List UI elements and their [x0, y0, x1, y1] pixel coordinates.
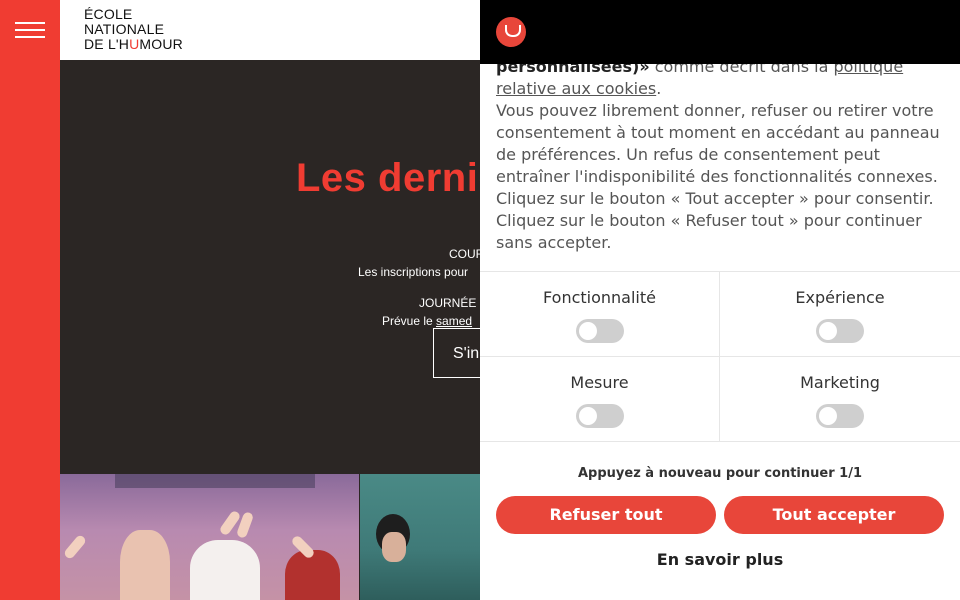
refuse-all-button[interactable]: Refuser tout	[496, 496, 716, 534]
cookie-paragraph: Vous pouvez librement donner, refuser ou…	[496, 101, 940, 252]
photo-hand	[62, 533, 88, 561]
cookie-consent-panel: personnalisées)» comme décrit dans la po…	[480, 0, 960, 600]
cookie-consent-logo-icon[interactable]	[496, 17, 526, 47]
photo-figure	[120, 530, 170, 600]
hero-title: Les derniè	[296, 156, 502, 200]
hero-section: Les derniè COUR Les inscriptions pour JO…	[60, 60, 553, 473]
category-marketing: Marketing	[720, 357, 960, 442]
accept-all-button[interactable]: Tout accepter	[724, 496, 944, 534]
logo-line: ÉCOLE	[84, 6, 133, 22]
hamburger-menu-icon[interactable]	[15, 22, 45, 38]
learn-more-link[interactable]: En savoir plus	[480, 550, 960, 569]
menu-bar	[15, 22, 45, 24]
menu-bar	[15, 36, 45, 38]
press-again-notice: Appuyez à nouveau pour continuer 1/1	[578, 466, 862, 481]
photo-face	[382, 532, 406, 562]
category-label: Mesure	[570, 373, 629, 392]
category-label: Fonctionnalité	[543, 288, 656, 307]
cookie-panel-header	[480, 0, 960, 64]
students-photo	[60, 474, 359, 600]
category-functionality: Fonctionnalité	[480, 272, 720, 357]
category-label: Expérience	[795, 288, 885, 307]
measurement-toggle[interactable]	[576, 404, 624, 428]
hero-line: Prévue le samed	[382, 314, 472, 328]
experience-toggle[interactable]	[816, 319, 864, 343]
cookie-description: personnalisées)» comme décrit dans la po…	[496, 56, 946, 254]
hero-date-link[interactable]: samed	[436, 314, 472, 328]
logo-text: DE L'H	[84, 36, 130, 52]
logo-u: U	[129, 36, 140, 52]
side-rail	[0, 0, 60, 600]
student-photo	[360, 474, 480, 600]
functionality-toggle[interactable]	[576, 319, 624, 343]
category-measurement: Mesure	[480, 357, 720, 442]
logo-text: MOUR	[139, 36, 183, 52]
hero-line-text: Prévue le	[382, 314, 437, 328]
menu-bar	[15, 29, 45, 31]
consent-categories: Fonctionnalité Expérience Mesure Marketi…	[480, 271, 960, 442]
marketing-toggle[interactable]	[816, 404, 864, 428]
photo-figure	[285, 550, 340, 600]
logo-line: DE L'HUMOUR	[84, 37, 183, 52]
site-logo[interactable]: ÉCOLE NATIONALE DE L'HUMOUR	[84, 7, 183, 52]
photo-figure	[190, 540, 260, 600]
hero-line: Les inscriptions pour	[358, 265, 469, 279]
category-label: Marketing	[800, 373, 880, 392]
photo-sign	[115, 474, 315, 488]
hero-line: JOURNÉE	[419, 296, 477, 310]
cookie-text: .	[656, 79, 662, 98]
logo-line: NATIONALE	[84, 21, 165, 37]
category-experience: Expérience	[720, 272, 960, 357]
site-header: ÉCOLE NATIONALE DE L'HUMOUR	[60, 0, 480, 60]
